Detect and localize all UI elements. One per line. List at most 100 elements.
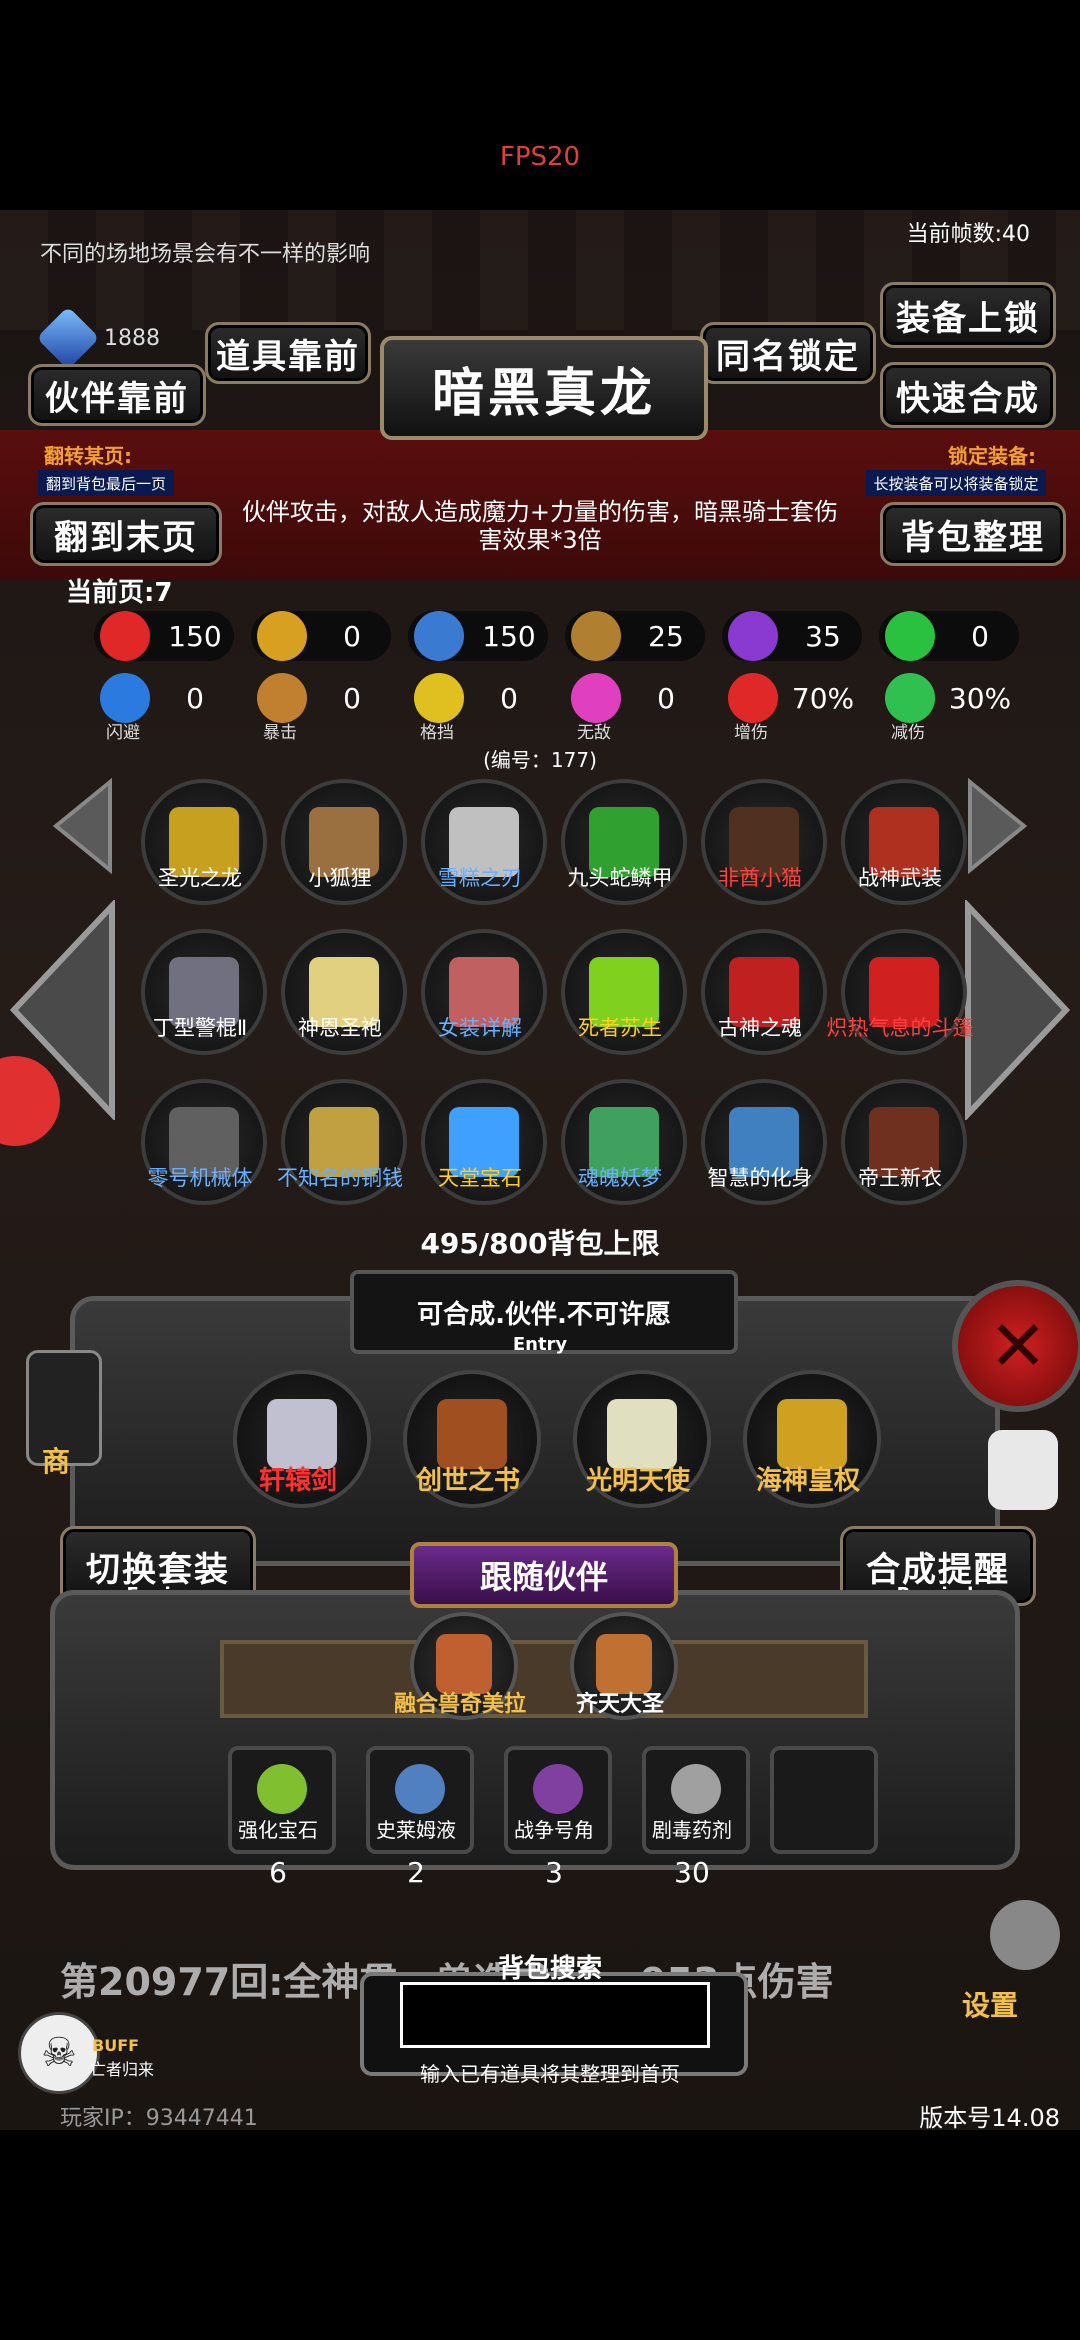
stat-value: 150: [482, 619, 536, 653]
potion-label: 强化宝石: [238, 1818, 318, 1842]
item-title: 暗黑真龙: [380, 336, 708, 440]
stat-item: 30%: [885, 673, 1015, 723]
partner-art: [596, 1634, 652, 1694]
lock-equip-label: 锁定装备:: [948, 444, 1036, 468]
stat-value: 0: [186, 681, 204, 715]
clover-icon: [885, 611, 935, 661]
empty-potion-slot[interactable]: [770, 1746, 878, 1854]
stat-item: 0: [257, 673, 387, 723]
search-input[interactable]: [400, 1982, 710, 2048]
current-page: 当前页:7: [66, 578, 173, 608]
potion-count: 6: [269, 1856, 287, 1889]
helmet-icon: [414, 611, 464, 661]
follow-partner-button[interactable]: 跟随伙伴: [410, 1542, 678, 1608]
potion-count: 30: [674, 1856, 710, 1889]
stat-item: 70%: [728, 673, 858, 723]
craft-label: 轩辕剑: [258, 1466, 337, 1496]
invincible-icon: [571, 673, 621, 723]
potion-art: [257, 1764, 307, 1814]
stat-value: 0: [657, 681, 675, 715]
fps-counter: FPS20: [499, 142, 581, 172]
to-last-page-button[interactable]: 翻到末页: [30, 502, 222, 566]
item-description: 伙伴攻击，对敌人造成魔力+力量的伤害，暗黑骑士套伤害效果*3倍: [241, 498, 839, 554]
stat-value: 0: [343, 681, 361, 715]
heart-icon: [100, 611, 150, 661]
damage-down-icon: [885, 673, 935, 723]
stat-item: 35: [728, 611, 858, 661]
flip-page-hint: 翻到背包最后一页: [38, 470, 174, 496]
stat-value: 70%: [791, 681, 855, 715]
current-fps: 当前帧数:40: [906, 222, 1030, 247]
potion-count: 2: [407, 1856, 425, 1889]
stat-value: 0: [971, 619, 989, 653]
craft-art: [437, 1399, 507, 1469]
stat-item: 0: [885, 611, 1015, 661]
partner-label: 齐天大圣: [575, 1692, 664, 1717]
stat-item: 150: [100, 611, 230, 661]
stat-item: 0: [100, 673, 230, 723]
craft-entry-label: Entry: [512, 1334, 568, 1355]
potion-label: 战争号角: [514, 1818, 594, 1842]
item-label: 战神武装: [858, 866, 942, 890]
items-front-button[interactable]: 道具靠前: [205, 322, 371, 384]
partners-front-button[interactable]: 伙伴靠前: [28, 364, 206, 426]
quick-merge-button[interactable]: 快速合成: [880, 362, 1056, 428]
stat-item: 25: [571, 611, 701, 661]
search-hint: 输入已有道具将其整理到首页: [420, 2062, 680, 2086]
prev-page-small-arrow[interactable]: [50, 777, 114, 875]
stat-item: 0: [414, 673, 544, 723]
player-ip: 玩家IP：93447441: [60, 2106, 258, 2131]
buff-sub: 亡者归来: [90, 2060, 155, 2079]
stat-value: 25: [648, 619, 684, 653]
bag-limit: 495/800背包上限: [420, 1227, 660, 1260]
partner-art: [436, 1634, 492, 1694]
dice-icon[interactable]: [988, 1430, 1058, 1510]
stat-label: 闪避: [106, 723, 140, 743]
stat-item: 150: [414, 611, 544, 661]
stat-value: 0: [343, 619, 361, 653]
flip-page-label: 翻转某页:: [44, 444, 132, 468]
skull-icon: ☠: [18, 2012, 100, 2094]
lightning-icon: [728, 611, 778, 661]
same-name-lock-button[interactable]: 同名锁定: [700, 322, 876, 384]
sort-bag-button[interactable]: 背包整理: [880, 502, 1066, 566]
potion-art: [533, 1764, 583, 1814]
equip-lock-button[interactable]: 装备上锁: [880, 282, 1056, 348]
stat-value: 0: [500, 681, 518, 715]
potion-label: 剧毒药剂: [652, 1818, 732, 1842]
next-page-arrow[interactable]: [962, 898, 1072, 1122]
stat-item: 0: [571, 673, 701, 723]
sword-icon: [571, 611, 621, 661]
craft-label: 光明天使: [585, 1466, 690, 1496]
stat-value: 30%: [948, 681, 1012, 715]
stat-item: 0: [257, 611, 387, 661]
next-page-small-arrow[interactable]: [966, 777, 1030, 875]
close-button[interactable]: ✕: [952, 1280, 1080, 1412]
crit-icon: [257, 673, 307, 723]
damage-up-icon: [728, 673, 778, 723]
gem-count: 1888: [104, 326, 160, 351]
stat-label: 格挡: [420, 723, 454, 743]
item-label: 帝王新衣: [858, 1166, 942, 1190]
scene-hint: 不同的场地场景会有不一样的影响: [40, 242, 371, 267]
stat-label: 暴击: [263, 723, 297, 743]
stat-label: 增伤: [734, 723, 768, 743]
craft-label: 海神皇权: [755, 1466, 860, 1496]
stat-label: 无敌: [577, 723, 611, 743]
stat-value: 150: [168, 619, 222, 653]
close-icon: ✕: [988, 1305, 1048, 1387]
potion-label: 史莱姆液: [376, 1818, 456, 1842]
search-title: 背包搜索: [497, 1954, 602, 1984]
craft-art: [777, 1399, 847, 1469]
version-label: 版本号14.08: [919, 2104, 1060, 2132]
craft-art: [607, 1399, 677, 1469]
potion-art: [671, 1764, 721, 1814]
shop-label: 商: [42, 1445, 71, 1478]
dodge-icon: [100, 673, 150, 723]
craft-label: 创世之书: [415, 1466, 520, 1496]
lock-equip-hint: 长按装备可以将装备锁定: [866, 470, 1046, 496]
craft-art: [267, 1399, 337, 1469]
item-number: (编号：177): [483, 748, 597, 772]
item-label: 炽热气息的斗篷: [826, 1016, 974, 1040]
muscle-icon: [257, 611, 307, 661]
